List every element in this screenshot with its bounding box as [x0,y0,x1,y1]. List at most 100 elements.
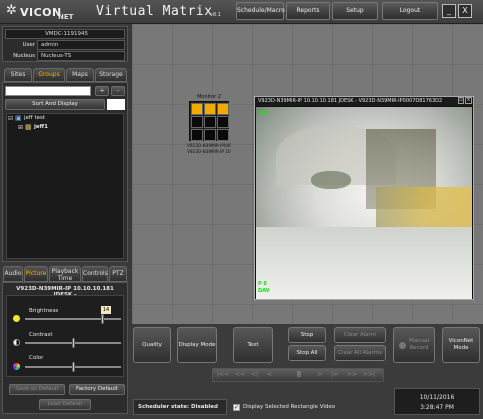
live-indicator: ive [258,109,269,116]
tab-ptz[interactable]: PTZ [109,266,127,282]
datetime-display: 10/11/2016 3:28:47 PM [394,388,480,415]
sort-value-box[interactable] [107,99,125,110]
record-icon [399,342,406,349]
scheduler-status: Scheduler state: Disabled [133,399,227,415]
move-down-button[interactable]: - [111,86,125,96]
monitor-cell[interactable] [204,103,216,115]
logo-text: VICON [20,6,62,19]
brightness-label: Brightness [29,308,59,314]
tree-item-jeff1[interactable]: jeff1 [34,124,48,130]
group-folder-icon: ▣ [15,114,22,122]
step-back-icon[interactable]: <| [251,371,258,378]
step-forward-icon[interactable]: |> [331,371,338,378]
brightness-slider-handle[interactable] [101,314,105,324]
stop-button[interactable]: Stop [288,327,326,343]
video-close-icon[interactable]: × [465,97,472,104]
tab-audio[interactable]: Audio [3,266,23,282]
display-selected-label: Display Selected Rectangle Video [243,404,336,410]
minimize-icon[interactable]: _ [442,4,456,18]
matrix-workspace[interactable]: Monitor 2 V923D-N39MIR-IP0007D V923D-N39… [132,24,483,324]
save-as-default-button[interactable]: Save as Default [9,384,65,395]
factory-default-button[interactable]: Factory Default [69,384,125,395]
tab-maps[interactable]: Maps [66,68,94,82]
user-label: User [22,42,35,48]
groups-tree-panel: + - Sort And Display ⊟ ▣ jeff test ⊞ ▦ j… [2,82,128,262]
contrast-slider-handle[interactable] [71,338,75,348]
monitor-cell[interactable] [191,129,203,141]
schedule-macro-button[interactable]: Schedule/Macro [236,2,285,20]
pause-icon[interactable]: || [297,371,301,378]
viconnet-mode-button[interactable]: ViconNet Mode [442,327,480,363]
move-up-button[interactable]: + [95,86,109,96]
fast-forward-icon[interactable]: >> [347,371,357,378]
monitor-title: Monitor 2 [197,94,221,100]
color-slider-handle[interactable] [71,362,75,372]
contrast-slider[interactable] [25,338,121,348]
manual-record-button[interactable]: Manual Record [393,327,435,363]
tab-storage[interactable]: Storage [95,68,127,82]
skip-end-icon[interactable]: >>| [363,371,375,378]
clear-all-alarms-button[interactable]: Clear All Alarms [334,345,386,361]
brightness-value: 14 [101,306,111,314]
nucleus-label: Nucleus [13,53,35,59]
setup-button[interactable]: Setup [332,2,378,20]
video-window[interactable]: V923D-N39MIR-IP 10.10.10.181 JDESK - V92… [254,96,474,300]
tab-picture[interactable]: Picture [24,266,48,282]
text-button[interactable]: Text [233,327,273,363]
monitor-cell[interactable] [191,103,203,115]
sort-and-display-button[interactable]: Sort And Display [5,99,105,110]
monitor-cell[interactable] [191,116,203,128]
quality-button[interactable]: Quality [133,327,171,363]
manual-record-label: Manual Record [409,338,429,351]
camera-video-feed[interactable]: ive P 8 DAV [256,107,472,299]
video-title-bar[interactable]: V923D-N39MIR-IP 10.10.10.181 JDESK - V92… [255,97,473,106]
server-name: VMDC-1191945 [5,29,125,39]
close-icon[interactable]: X [458,4,472,18]
logo-subtext: NET [58,13,74,21]
picture-sliders: Brightness 14 Contrast Color [6,295,124,377]
tab-playback-time[interactable]: Playback Time [49,266,81,282]
video-overlay-text: P 8 [258,281,267,287]
fixture-shape [311,171,351,189]
brightness-slider[interactable] [25,314,121,324]
tree-item-jeff-test[interactable]: jeff test [24,115,45,121]
desk-shape [376,187,472,227]
tab-groups[interactable]: Groups [33,68,65,82]
logout-button[interactable]: Logout [382,2,438,20]
tab-controls[interactable]: Controls [82,266,108,282]
monitor-cell[interactable] [217,103,229,115]
monitor-group-icon: ▦ [25,123,32,131]
monitor-cell[interactable] [204,129,216,141]
tree-expand-icon[interactable]: ⊞ [18,124,23,131]
play-icon[interactable]: > [317,371,322,378]
brightness-icon [13,315,20,322]
play-reverse-icon[interactable]: < [267,371,272,378]
stop-all-button[interactable]: Stop All [288,345,326,361]
tree-expand-icon[interactable]: ⊟ [8,115,13,122]
clear-alarm-button[interactable]: Clear Alarm [334,327,386,343]
monitor-tile[interactable]: Monitor 2 V923D-N39MIR-IP0007D V923D-N39… [187,94,231,158]
display-mode-button[interactable]: Display Mode [177,327,217,363]
app-version: v8.1 [210,12,221,18]
playback-controls: |<< << <| < || > |> >> >>| [212,368,384,382]
group-search-input[interactable] [5,86,91,96]
color-label: Color [29,355,44,361]
color-icon [13,363,20,370]
rewind-icon[interactable]: << [235,371,245,378]
display-selected-checkbox[interactable]: ✓ [233,404,240,411]
monitor-cell[interactable] [217,129,229,141]
skip-start-icon[interactable]: |<< [217,371,229,378]
monitor-grid[interactable] [189,101,229,141]
title-bar: ✲ VICON NET Virtual Matrix v8.1 Schedule… [0,0,483,24]
color-slider[interactable] [25,362,121,372]
tab-sites[interactable]: Sites [4,68,32,82]
reports-button[interactable]: Reports [286,2,330,20]
group-tree: ⊟ ▣ jeff test ⊞ ▦ jeff1 [6,113,124,259]
load-default-button[interactable]: Load Default [39,399,91,410]
video-restore-icon[interactable]: ▫ [458,97,464,104]
session-info-panel: VMDC-1191945 User admin Nucleus Nucleus-… [2,26,128,62]
picture-controls-panel: V923D-N39MIR-IP 10.10.10.181 JDESK - Bri… [2,282,128,414]
app-title: Virtual Matrix [96,4,213,19]
monitor-cell[interactable] [204,116,216,128]
monitor-cell[interactable] [217,116,229,128]
